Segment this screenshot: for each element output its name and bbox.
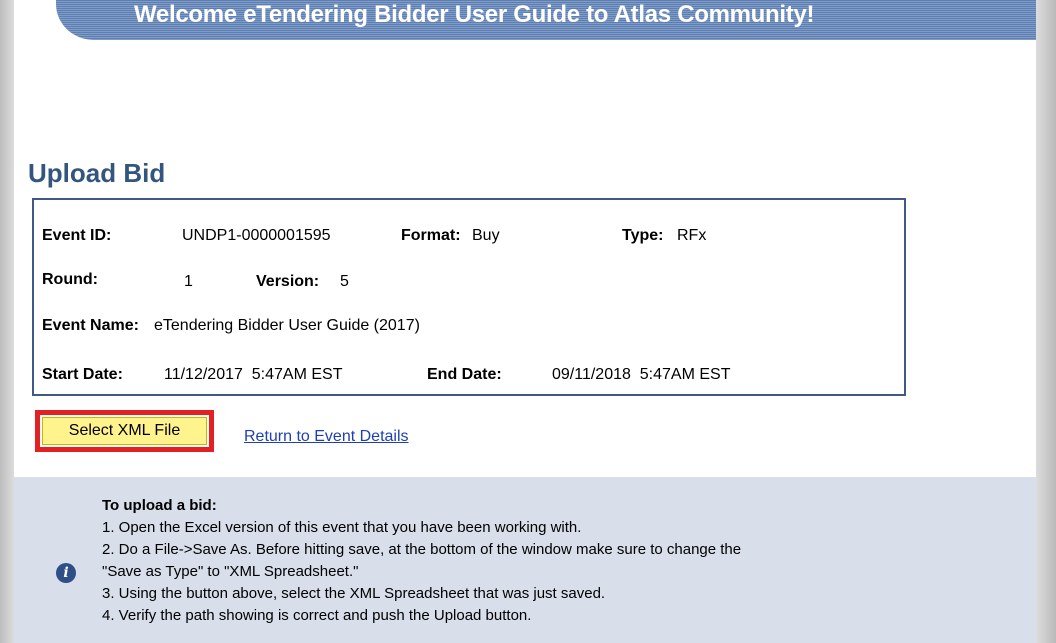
version-value: 5 [340, 273, 349, 290]
type-value: RFx [677, 227, 707, 244]
event-info-box: Event ID: UNDP1-0000001595 Format: Buy T… [32, 198, 906, 396]
event-name-value: eTendering Bidder User Guide (2017) [154, 317, 420, 334]
left-shadow-border [0, 0, 14, 643]
version-label: Version: [256, 273, 320, 290]
banner-title: Welcome eTendering Bidder User Guide to … [134, 1, 815, 28]
right-shadow-border [1036, 0, 1056, 643]
type-label: Type: [622, 227, 664, 244]
end-date-label: End Date: [427, 366, 502, 383]
select-xml-highlight: Select XML File [35, 410, 214, 452]
event-id-label: Event ID: [42, 227, 112, 244]
instruction-step: 1. Open the Excel version of this event … [102, 519, 582, 536]
format-value: Buy [472, 227, 500, 244]
event-id-value: UNDP1-0000001595 [182, 227, 331, 244]
info-icon: i [56, 563, 76, 583]
upload-instructions-panel: i To upload a bid: 1. Open the Excel ver… [14, 477, 1036, 643]
round-value: 1 [184, 273, 193, 290]
event-name-label: Event Name: [42, 317, 139, 334]
end-date-value: 09/11/2018 5:47AM EST [552, 366, 731, 383]
format-label: Format: [401, 227, 461, 244]
start-date-label: Start Date: [42, 366, 123, 383]
page-container: Welcome eTendering Bidder User Guide to … [14, 0, 1036, 643]
return-to-event-details-link[interactable]: Return to Event Details [244, 428, 409, 446]
instruction-step: "Save as Type" to "XML Spreadsheet." [102, 563, 359, 580]
instruction-step: 2. Do a File->Save As. Before hitting sa… [102, 541, 742, 558]
instruction-step: 4. Verify the path showing is correct an… [102, 607, 532, 624]
instruction-step: 3. Using the button above, select the XM… [102, 585, 606, 602]
page-title: Upload Bid [28, 158, 166, 188]
start-date-value: 11/12/2017 5:47AM EST [164, 366, 343, 383]
welcome-banner: Welcome eTendering Bidder User Guide to … [56, 0, 1036, 40]
round-label: Round: [42, 271, 98, 288]
instructions-heading: To upload a bid: [102, 497, 217, 514]
select-xml-file-button[interactable]: Select XML File [42, 417, 207, 445]
